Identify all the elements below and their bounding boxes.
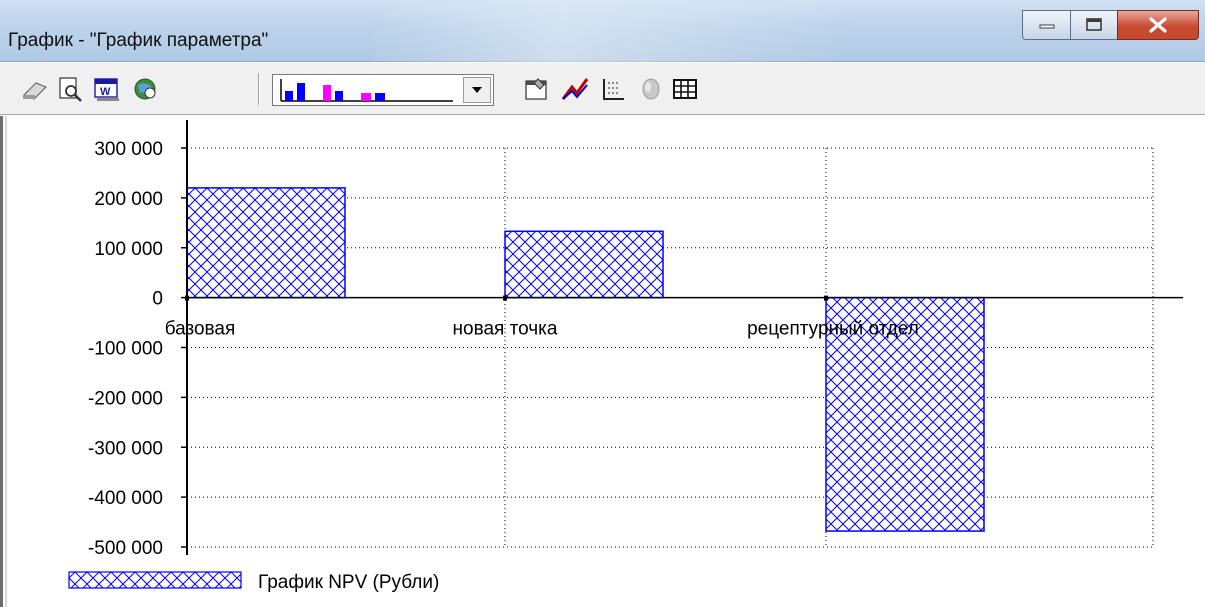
x-tick <box>824 295 828 301</box>
web-export-icon[interactable] <box>130 75 160 103</box>
y-tick-label: 200 000 <box>94 189 163 210</box>
bar <box>186 187 346 299</box>
bar <box>504 230 664 299</box>
y-tick-label: 0 <box>152 289 163 310</box>
title-bar: График - "График параметра" <box>0 0 1205 62</box>
y-tick-label: -500 000 <box>88 538 163 559</box>
print-preview-icon[interactable] <box>55 75 85 103</box>
y-tick-label: -400 000 <box>88 488 163 509</box>
toolbar-separator <box>258 73 260 105</box>
table-icon[interactable] <box>670 75 700 103</box>
npv-bar-chart: 300 000 200 000 100 000 0 -100 000 -200 000 -3… <box>68 120 1183 593</box>
close-button[interactable] <box>1117 10 1199 40</box>
maximize-button[interactable] <box>1070 10 1118 40</box>
3d-icon[interactable] <box>636 75 666 103</box>
window-title: График - "График параметра" <box>8 30 269 51</box>
minimize-button[interactable] <box>1022 10 1071 40</box>
svg-text:W: W <box>100 86 111 98</box>
chevron-down-icon <box>472 87 482 93</box>
bar-chart-preview-icon <box>280 79 453 102</box>
y-tick-label: 100 000 <box>94 239 163 260</box>
y-tick-label: 300 000 <box>94 139 163 160</box>
chart-type-combo[interactable] <box>272 74 494 106</box>
line-chart-icon[interactable] <box>560 75 590 103</box>
combo-dropdown-button[interactable] <box>463 77 491 103</box>
chart-panel: 300 000 200 000 100 000 0 -100 000 -200 000 -3… <box>0 116 1205 607</box>
x-category-label: новая точка <box>453 319 558 340</box>
legend-label: График NPV (Рубли) <box>258 572 439 593</box>
legend-swatch <box>68 571 242 589</box>
close-icon <box>1149 17 1167 33</box>
x-category-label: рецептурный отдел <box>747 319 919 340</box>
y-tick-label: -200 000 <box>88 388 163 409</box>
x-tick <box>185 295 189 301</box>
minimize-icon <box>1039 24 1054 29</box>
maximize-icon <box>1086 18 1102 31</box>
x-tick <box>503 295 507 301</box>
y-tick-label: -100 000 <box>88 339 163 360</box>
x-category-label: базовая <box>165 319 236 340</box>
properties-icon[interactable] <box>522 75 552 103</box>
toolbar: W <box>0 63 1205 115</box>
title-bar-glass <box>370 0 850 62</box>
export-word-icon[interactable]: W <box>92 75 122 103</box>
y-tick-label: -300 000 <box>88 438 163 459</box>
print-icon[interactable] <box>20 75 50 103</box>
axes-icon[interactable] <box>598 75 628 103</box>
